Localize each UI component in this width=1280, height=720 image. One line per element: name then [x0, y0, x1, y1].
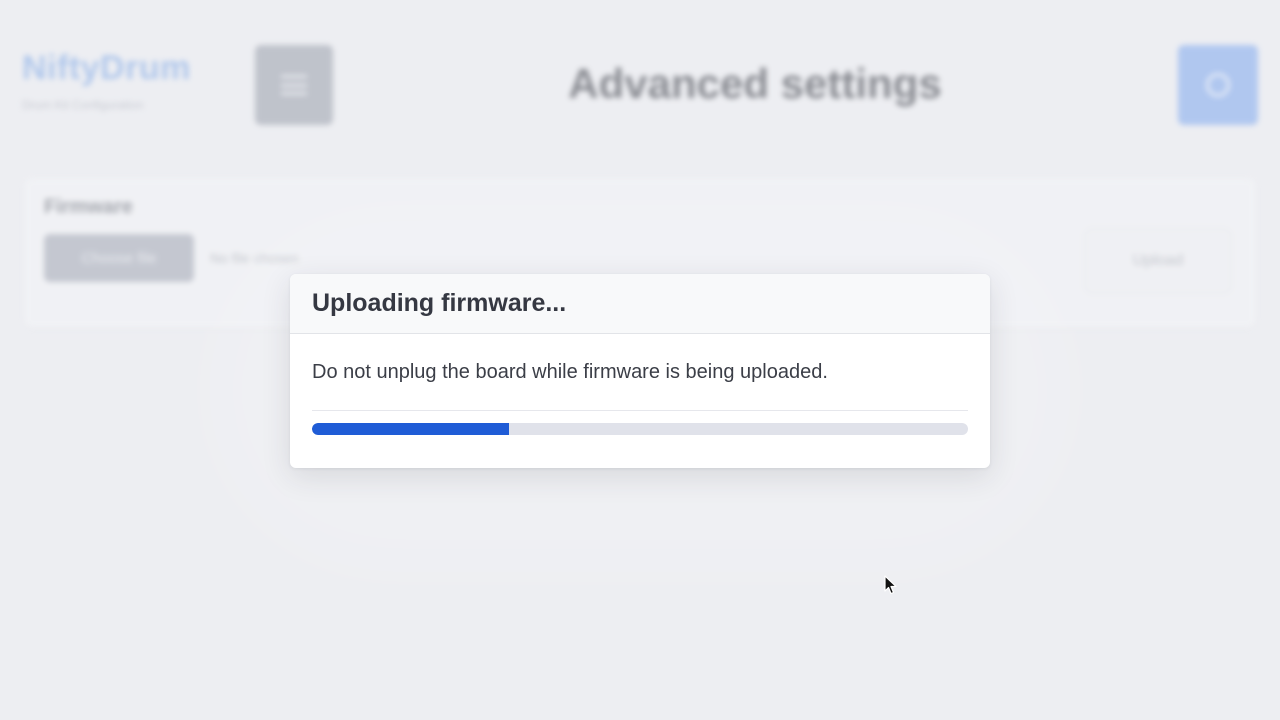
upload-progress-dialog: Uploading firmware... Do not unplug the … [290, 274, 990, 468]
app-logo: NiftyDrum Drum Kit Configuration [22, 48, 232, 112]
upload-progress-fill [312, 423, 509, 435]
logo-title: NiftyDrum [22, 49, 191, 87]
dialog-body: Do not unplug the board while firmware i… [290, 334, 990, 435]
dialog-divider [312, 410, 968, 411]
menu-button[interactable] [255, 45, 333, 125]
help-button[interactable] [1178, 45, 1258, 125]
app-window: NiftyDrum Drum Kit Configuration Advance… [0, 0, 1280, 720]
mouse-cursor-icon [884, 575, 897, 595]
dialog-message: Do not unplug the board while firmware i… [312, 361, 828, 383]
firmware-card-title: Firmware [44, 196, 133, 218]
dialog-title: Uploading firmware... [312, 289, 567, 317]
dialog-header: Uploading firmware... [290, 274, 990, 334]
help-icon [1206, 73, 1230, 97]
upload-progress-bar [312, 423, 968, 435]
hamburger-menu-icon [281, 75, 307, 95]
choose-file-button[interactable]: Choose file [44, 234, 194, 282]
page-title: Advanced settings [568, 60, 942, 107]
upload-button[interactable]: Upload [1084, 228, 1232, 294]
logo-subtitle: Drum Kit Configuration [22, 98, 144, 112]
